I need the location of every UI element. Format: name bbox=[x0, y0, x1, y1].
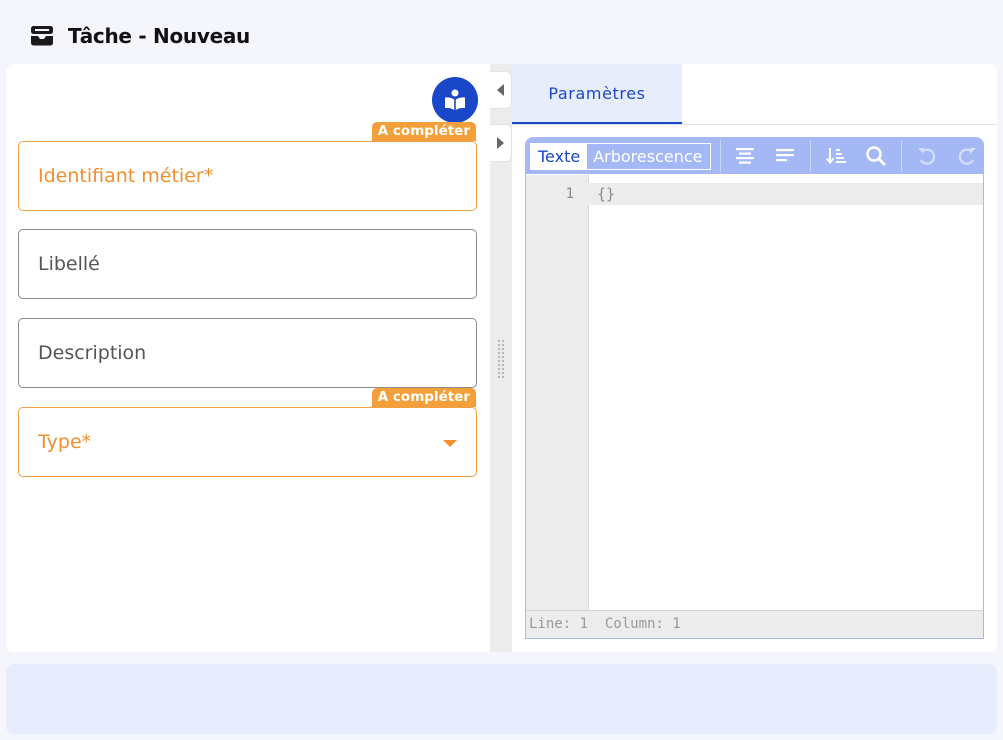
redo-icon bbox=[958, 148, 977, 165]
search-button[interactable] bbox=[860, 140, 892, 172]
collapse-right-button[interactable] bbox=[490, 71, 512, 109]
type-select[interactable]: Type* bbox=[18, 407, 477, 477]
form-pane: A compléter Identifiant métier* Libellé … bbox=[6, 64, 490, 652]
sort-icon bbox=[826, 148, 847, 165]
arrow-left-icon bbox=[497, 84, 504, 96]
sort-button[interactable] bbox=[820, 140, 852, 172]
active-line-highlight bbox=[526, 183, 983, 205]
editor-toolbar: Texte Arborescence bbox=[526, 138, 983, 174]
required-badge: A compléter bbox=[371, 122, 476, 141]
task-inbox-icon bbox=[31, 26, 53, 46]
json-editor: Texte Arborescence 1 {} Line: 1 Column: … bbox=[525, 137, 984, 639]
mode-switch: Texte Arborescence bbox=[530, 142, 711, 170]
page-header: Tâche - Nouveau bbox=[30, 22, 250, 50]
parameters-pane: Paramètres Texte Arborescence 1 {} Line:… bbox=[512, 64, 997, 652]
label-field-label: Libellé bbox=[38, 253, 100, 275]
page-title: Tâche - Nouveau bbox=[68, 24, 250, 48]
business-id-field[interactable]: Identifiant métier* bbox=[18, 141, 477, 211]
format-icon bbox=[736, 148, 755, 164]
code-area[interactable]: 1 {} bbox=[526, 175, 983, 612]
business-id-label: Identifiant métier* bbox=[38, 165, 214, 187]
mode-tree-button[interactable]: Arborescence bbox=[587, 144, 709, 169]
toolbar-divider bbox=[901, 140, 903, 172]
mode-text-button[interactable]: Texte bbox=[531, 143, 588, 169]
line-gutter bbox=[526, 175, 589, 612]
main-card: A compléter Identifiant métier* Libellé … bbox=[6, 64, 997, 652]
tab-bar: Paramètres bbox=[512, 64, 997, 125]
chevron-down-icon bbox=[443, 440, 457, 447]
help-button[interactable] bbox=[432, 77, 478, 123]
line-number: 1 bbox=[565, 186, 574, 202]
footer-action-bar bbox=[6, 664, 997, 734]
code-content[interactable]: {} bbox=[597, 183, 615, 205]
type-label: Type* bbox=[38, 431, 92, 453]
redo-button[interactable] bbox=[951, 140, 983, 172]
undo-icon bbox=[918, 148, 936, 165]
collapse-left-button[interactable] bbox=[490, 124, 512, 162]
format-button[interactable] bbox=[730, 140, 762, 172]
editor-statusbar: Line: 1 Column: 1 bbox=[526, 610, 983, 638]
search-icon bbox=[866, 146, 887, 166]
description-label: Description bbox=[38, 342, 147, 364]
arrow-right-icon bbox=[497, 137, 504, 149]
undo-button[interactable] bbox=[911, 140, 943, 172]
description-field[interactable]: Description bbox=[18, 318, 477, 388]
pane-splitter[interactable] bbox=[490, 64, 512, 652]
label-field[interactable]: Libellé bbox=[18, 229, 477, 299]
compact-icon bbox=[776, 149, 795, 162]
tab-parameters[interactable]: Paramètres bbox=[512, 64, 682, 124]
toolbar-divider bbox=[719, 140, 721, 172]
compact-button[interactable] bbox=[769, 140, 801, 172]
toolbar-divider bbox=[810, 140, 812, 172]
resize-grip-icon[interactable] bbox=[497, 339, 505, 379]
required-badge: A compléter bbox=[371, 388, 476, 407]
book-reader-icon bbox=[445, 89, 465, 110]
